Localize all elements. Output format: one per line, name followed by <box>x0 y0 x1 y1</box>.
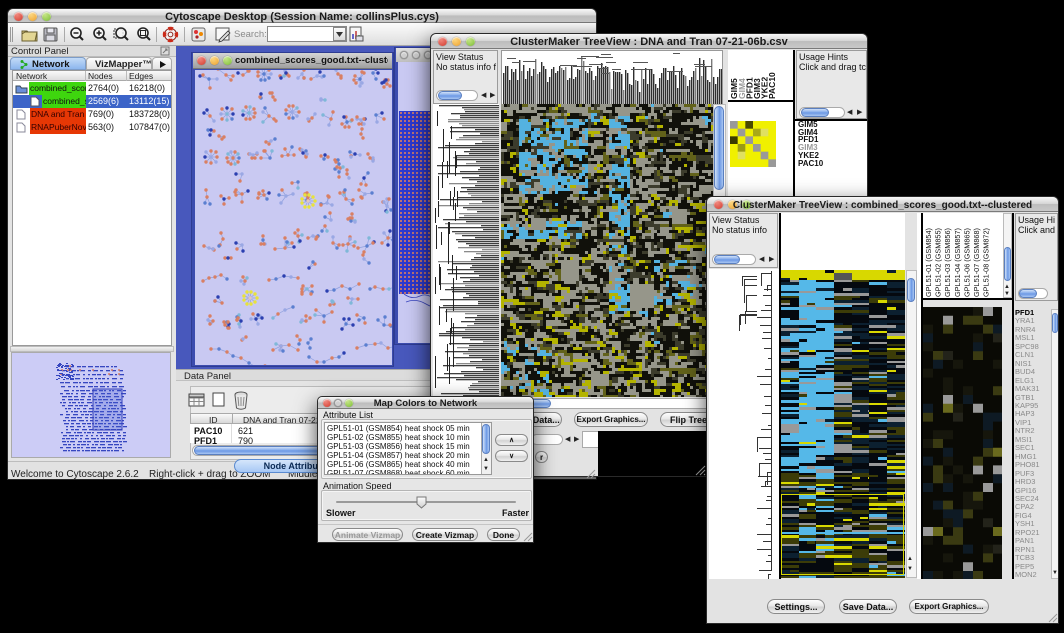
svg-text:GPL51-06 (GSM865): GPL51-06 (GSM865) <box>962 228 971 297</box>
svg-text:GPL51-02 (GSM855): GPL51-02 (GSM855) <box>934 228 943 297</box>
svg-text:GPL51-07 (GSM868): GPL51-07 (GSM868) <box>972 228 981 297</box>
svg-text:GPL51-08 (GSM872): GPL51-08 (GSM872) <box>982 228 991 297</box>
svg-text:GPL51-03 (GSM856): GPL51-03 (GSM856) <box>943 228 952 297</box>
svg-text:GPL51-04 (GSM857): GPL51-04 (GSM857) <box>953 228 962 297</box>
svg-text:PAC10: PAC10 <box>767 72 777 99</box>
svg-text:GPL51-01 (GSM854): GPL51-01 (GSM854) <box>924 228 933 297</box>
